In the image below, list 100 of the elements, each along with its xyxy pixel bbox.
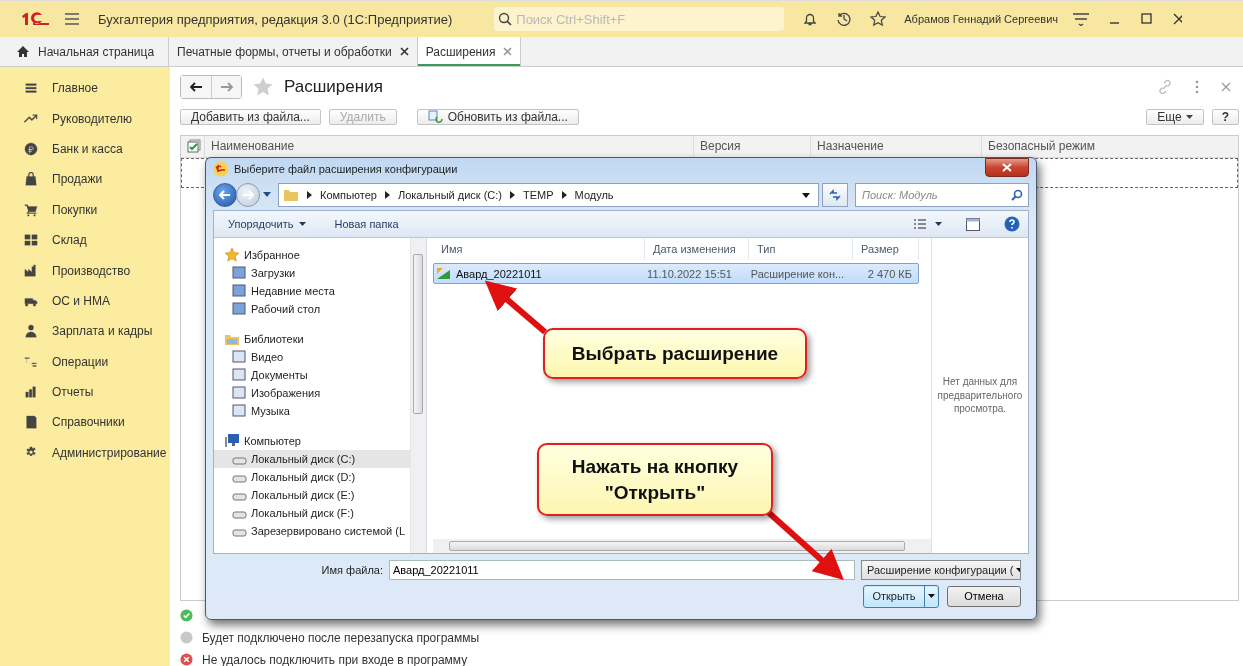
breadcrumb[interactable]: Компьютер [320, 189, 377, 201]
file-type-dropdown[interactable]: Расширение конфигурации ( [861, 560, 1021, 580]
close-icon[interactable] [1172, 12, 1182, 26]
star-icon[interactable] [870, 11, 887, 27]
section-icon [24, 233, 38, 248]
open-button[interactable]: Открыть [863, 584, 939, 608]
nav-label: Изображения [251, 387, 321, 399]
nav-item[interactable]: Видео [214, 348, 410, 366]
checkbox-column-icon [187, 139, 201, 153]
caret-icon[interactable] [935, 222, 942, 226]
dialog-title: Выберите файл расширения конфигурации [234, 163, 458, 175]
address-bar[interactable]: Компьютер Локальный диск (C:) TEMP Модуль [278, 183, 819, 207]
nav-item[interactable]: Изображения [214, 384, 410, 402]
favorite-star-icon[interactable] [252, 76, 274, 98]
file-size: 2 470 КБ [866, 267, 913, 280]
history-caret-icon[interactable] [263, 192, 271, 198]
search-field[interactable]: Поиск Ctrl+Shift+F [494, 7, 785, 31]
close-button[interactable] [985, 158, 1029, 177]
dropdown-caret-icon[interactable] [802, 192, 810, 198]
forward-button[interactable] [236, 183, 260, 207]
column-header[interactable]: Дата изменения [645, 238, 749, 260]
tab[interactable]: Расширения [417, 37, 522, 66]
help-icon[interactable] [1004, 216, 1020, 232]
help-button[interactable]: ? [1211, 109, 1239, 125]
sidebar-item[interactable]: Администрирование [0, 437, 170, 469]
close-icon [1002, 163, 1012, 172]
column-header[interactable]: Безопасный режим [982, 136, 1238, 157]
section-icon [24, 385, 38, 400]
new-folder-button[interactable]: Новая папка [334, 218, 399, 230]
nav-item[interactable]: Рабочий стол [214, 300, 410, 318]
sidebar-item[interactable]: Операции [0, 346, 170, 377]
sidebar-item[interactable]: Банк и касса [0, 133, 170, 165]
refresh-button[interactable] [822, 183, 848, 207]
nav-item[interactable]: Избранное [214, 246, 410, 264]
sidebar-item[interactable]: Покупки [0, 194, 170, 225]
home-icon [16, 45, 30, 58]
file-date: 11.10.2022 15:51 [646, 267, 733, 280]
nav-item[interactable]: Библиотеки [214, 330, 410, 348]
more-button[interactable]: Еще [1146, 109, 1204, 125]
close-tab-icon[interactable] [399, 47, 409, 56]
sidebar-label: Покупки [52, 202, 98, 217]
toolbar-button[interactable]: Обновить из файла... [416, 109, 579, 125]
location-icon [232, 368, 247, 382]
toolbar-button[interactable]: Добавить из файла... [180, 109, 321, 125]
menu-icon[interactable] [64, 12, 80, 26]
nav-item[interactable]: Недавние места [214, 282, 410, 300]
column-header[interactable]: Тип [749, 238, 853, 260]
sidebar-item[interactable]: ОС и НМА [0, 285, 170, 317]
nav-item[interactable]: Локальный диск (C:) [214, 450, 410, 468]
refresh-file-icon [427, 110, 444, 124]
sidebar-label: Отчеты [52, 385, 94, 400]
sidebar-item[interactable]: Продажи [0, 164, 170, 195]
section-icon [24, 172, 38, 187]
nav-item[interactable]: Музыка [214, 402, 410, 420]
nav-label: Компьютер [244, 435, 301, 447]
file-name-field[interactable]: Авард_20221011 [389, 560, 855, 580]
nav-item[interactable]: Локальный диск (D:) [214, 468, 410, 486]
chevron-icon [510, 191, 516, 199]
settings-menu-icon[interactable] [1072, 12, 1090, 26]
right-arrow-icon [219, 82, 234, 92]
search-field[interactable]: Поиск: Модуль [855, 183, 1029, 207]
sidebar-item[interactable]: Руководителю [0, 103, 170, 134]
location-icon [232, 302, 247, 316]
preview-pane-icon[interactable] [966, 217, 980, 231]
sidebar-item[interactable]: Склад [0, 224, 170, 256]
folder-icon [283, 187, 299, 203]
cancel-button[interactable]: Отмена [947, 585, 1021, 607]
column-header[interactable]: Размер [853, 238, 919, 260]
column-header[interactable]: Имя [433, 238, 645, 260]
sidebar-label: Зарплата и кадры [52, 324, 153, 339]
user-name[interactable]: Абрамов Геннадий Сергеевич [904, 13, 1058, 25]
bell-icon[interactable] [802, 11, 819, 27]
nav-item[interactable]: Локальный диск (F:) [214, 504, 410, 522]
nav-item[interactable]: Документы [214, 366, 410, 384]
nav-item[interactable]: Загрузки [214, 264, 410, 282]
sidebar-item[interactable]: Производство [0, 255, 170, 286]
nav-item[interactable]: Компьютер [214, 432, 410, 450]
breadcrumb[interactable]: TEMP [523, 189, 554, 201]
file-row[interactable]: Авард_20221011 11.10.2022 15:51 Расширение кон... 2 470 КБ [433, 263, 919, 284]
maximize-icon[interactable] [1140, 12, 1154, 26]
view-list-icon[interactable] [913, 218, 927, 230]
tab-label: Печатные формы, отчеты и обработки [177, 44, 392, 59]
back-button[interactable] [181, 76, 211, 98]
nav-item[interactable]: Зарезервировано системой (L [214, 522, 410, 540]
history-icon[interactable] [836, 11, 853, 27]
form-title: Расширения [284, 77, 383, 97]
breadcrumb[interactable]: Локальный диск (C:) [397, 189, 503, 201]
nav-item[interactable]: Локальный диск (E:) [214, 486, 410, 504]
more-icon[interactable] [1195, 80, 1199, 94]
sidebar-item[interactable]: Справочники [0, 407, 170, 438]
breadcrumb[interactable]: Модуль [574, 189, 614, 201]
sidebar-item[interactable]: Зарплата и кадры [0, 316, 170, 347]
caret-icon [299, 222, 307, 226]
file-name: Авард_20221011 [456, 267, 542, 280]
app-logo-icon [213, 161, 229, 177]
sidebar-item[interactable]: Главное [0, 73, 170, 104]
sidebar-item[interactable]: Отчеты [0, 376, 170, 408]
chevron-icon [307, 191, 312, 199]
sidebar-label: Справочники [52, 415, 125, 430]
organize-button[interactable]: Упорядочить [228, 218, 307, 230]
